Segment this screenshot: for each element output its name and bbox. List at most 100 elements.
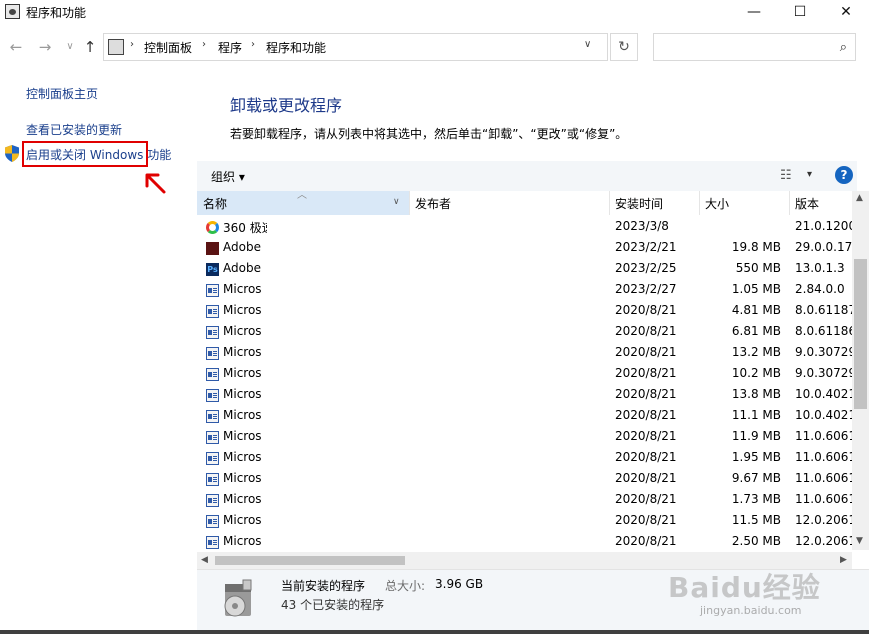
search-input[interactable]: ⌕ xyxy=(653,33,856,61)
table-row[interactable]: Micros 2020/8/21 6.81 MB 8.0.61186 xyxy=(197,322,852,343)
program-name: Micros xyxy=(223,471,262,485)
breadcrumb-control-panel[interactable]: 控制面板 xyxy=(144,39,192,56)
view-dropdown-icon[interactable]: ▾ xyxy=(807,169,812,180)
install-date: 2020/8/21 xyxy=(615,534,677,548)
program-name: Micros xyxy=(223,408,262,422)
photoshop-icon: Ps xyxy=(206,263,219,276)
scroll-left-icon[interactable]: ◀ xyxy=(201,555,208,565)
program-name: Micros xyxy=(223,324,262,338)
program-size: 1.05 MB xyxy=(731,282,781,296)
table-row[interactable]: Micros 2020/8/21 10.2 MB 9.0.30729 xyxy=(197,364,852,385)
up-arrow-icon[interactable]: ↑ xyxy=(81,38,99,56)
table-row[interactable]: Micros 2020/8/21 1.95 MB 11.0.6061 xyxy=(197,448,852,469)
install-date: 2020/8/21 xyxy=(615,303,677,317)
scroll-down-icon[interactable]: ▼ xyxy=(856,536,863,546)
column-header-publisher[interactable]: 发布者 xyxy=(415,195,451,212)
install-date: 2020/8/21 xyxy=(615,471,677,485)
installed-count: 43 个已安装的程序 xyxy=(281,598,385,612)
address-bar[interactable]: › 控制面板 › 程序 › 程序和功能 ∨ xyxy=(103,33,608,61)
installer-icon xyxy=(206,515,219,528)
refresh-button[interactable]: ↻ xyxy=(610,33,638,61)
column-header-version[interactable]: 版本 xyxy=(795,195,819,212)
uac-shield-icon xyxy=(5,145,19,162)
program-size: 4.81 MB xyxy=(731,303,781,317)
table-row[interactable]: Micros 2020/8/21 13.8 MB 10.0.4021 xyxy=(197,385,852,406)
install-date: 2023/2/21 xyxy=(615,240,677,254)
breadcrumb-programs-features[interactable]: 程序和功能 xyxy=(266,39,326,56)
breadcrumb-separator[interactable]: › xyxy=(251,39,255,50)
table-row[interactable]: Micros 2020/8/21 2.50 MB 12.0.2061 xyxy=(197,532,852,550)
program-version: 11.0.6061 xyxy=(795,471,852,485)
maximize-button[interactable]: ☐ xyxy=(777,0,823,24)
control-panel-icon xyxy=(108,39,124,55)
installed-programs-label: 当前安装的程序 xyxy=(281,579,366,593)
close-button[interactable]: ✕ xyxy=(823,0,869,24)
table-row[interactable]: Ps Adobe 2023/2/25 550 MB 13.0.1.3 xyxy=(197,259,852,280)
program-name: Micros xyxy=(223,513,262,527)
table-row[interactable]: 360 极速浏览器 2023/3/8 21.0.1200 xyxy=(197,217,852,238)
installer-icon xyxy=(206,452,219,465)
vertical-scrollbar[interactable]: ▲ ▼ xyxy=(852,191,869,550)
program-size: 2.50 MB xyxy=(731,534,781,548)
recent-locations-icon[interactable]: ∨ xyxy=(61,38,79,56)
program-version: 21.0.1200 xyxy=(795,219,852,233)
forward-arrow-icon[interactable]: → xyxy=(36,38,54,56)
install-date: 2020/8/21 xyxy=(615,429,677,443)
program-size: 13.2 MB xyxy=(731,345,781,359)
program-version: 13.0.1.3 xyxy=(795,261,845,275)
program-size: 9.67 MB xyxy=(731,471,781,485)
horizontal-scroll-thumb[interactable] xyxy=(215,556,405,565)
red-arrow-icon xyxy=(145,173,166,194)
program-version: 8.0.61186 xyxy=(795,324,852,338)
program-name: Micros xyxy=(223,387,262,401)
install-date: 2020/8/21 xyxy=(615,408,677,422)
program-version: 9.0.30729 xyxy=(795,366,852,380)
view-options-icon[interactable]: ☷ xyxy=(780,168,792,183)
installer-icon xyxy=(206,284,219,297)
column-header-size[interactable]: 大小 xyxy=(705,195,729,212)
program-version: 10.0.4021 xyxy=(795,408,852,422)
minimize-button[interactable]: — xyxy=(731,0,777,24)
column-header-install-date[interactable]: 安装时间 xyxy=(615,195,663,212)
installer-icon xyxy=(206,410,219,423)
table-row[interactable]: Micros 2020/8/21 13.2 MB 9.0.30729 xyxy=(197,343,852,364)
table-row[interactable]: Micros 2020/8/21 9.67 MB 11.0.6061 xyxy=(197,469,852,490)
table-row[interactable]: Micros 2020/8/21 11.5 MB 12.0.2061 xyxy=(197,511,852,532)
table-row[interactable]: Micros 2023/2/27 1.05 MB 2.84.0.0 xyxy=(197,280,852,301)
program-name: Micros xyxy=(223,492,262,506)
control-panel-home-link[interactable]: 控制面板主页 xyxy=(26,85,98,102)
browser-360-icon xyxy=(206,221,219,234)
program-name: Micros xyxy=(223,450,262,464)
program-version: 11.0.6061 xyxy=(795,429,852,443)
taskbar-edge xyxy=(0,630,869,634)
program-version: 10.0.4021 xyxy=(795,387,852,401)
breadcrumb-separator[interactable]: › xyxy=(202,39,206,50)
help-icon[interactable]: ? xyxy=(835,166,853,184)
table-row[interactable]: Micros 2020/8/21 4.81 MB 8.0.61187 xyxy=(197,301,852,322)
table-row[interactable]: Micros 2020/8/21 11.1 MB 10.0.4021 xyxy=(197,406,852,427)
program-version: 12.0.2061 xyxy=(795,513,852,527)
table-row[interactable]: Adobe 2023/2/21 19.8 MB 29.0.0.171 xyxy=(197,238,852,259)
organize-button[interactable]: 组织 ▾ xyxy=(211,168,245,185)
program-version: 29.0.0.171 xyxy=(795,240,852,254)
column-header-name[interactable]: 名称 xyxy=(203,195,227,212)
address-dropdown-icon[interactable]: ∨ xyxy=(584,39,591,50)
window-title: 程序和功能 xyxy=(26,6,87,20)
install-date: 2023/3/8 xyxy=(615,219,669,233)
table-row[interactable]: Micros 2020/8/21 11.9 MB 11.0.6061 xyxy=(197,427,852,448)
programs-app-icon xyxy=(5,4,20,19)
breadcrumb-programs[interactable]: 程序 xyxy=(218,39,242,56)
baidu-watermark-url: jingyan.baidu.com xyxy=(700,604,802,617)
view-installed-updates-link[interactable]: 查看已安装的更新 xyxy=(26,121,122,138)
column-filter-icon[interactable]: ∨ xyxy=(393,197,400,207)
program-version: 12.0.2061 xyxy=(795,534,852,548)
table-row[interactable]: Micros 2020/8/21 1.73 MB 11.0.6061 xyxy=(197,490,852,511)
sort-ascending-icon: ︿ xyxy=(297,191,307,201)
scroll-right-icon[interactable]: ▶ xyxy=(840,555,847,565)
scroll-up-icon[interactable]: ▲ xyxy=(856,193,863,203)
install-date: 2020/8/21 xyxy=(615,366,677,380)
installer-icon xyxy=(206,368,219,381)
back-arrow-icon[interactable]: ← xyxy=(7,38,25,56)
program-size: 19.8 MB xyxy=(731,240,781,254)
vertical-scroll-thumb[interactable] xyxy=(854,259,867,409)
